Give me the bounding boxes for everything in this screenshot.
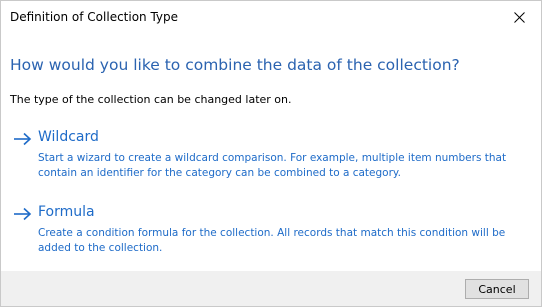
close-button[interactable] [497,1,541,33]
option-wildcard[interactable]: Wildcard Start a wizard to create a wild… [13,129,529,187]
dialog-subtext: The type of the collection can be change… [10,93,292,106]
arrow-right-icon [14,132,32,146]
option-wildcard-title: Wildcard [38,129,99,145]
window-title: Definition of Collection Type [10,10,179,24]
title-bar: Definition of Collection Type [1,1,541,33]
option-wildcard-description: Start a wizard to create a wildcard comp… [38,152,507,179]
option-formula-description: Create a condition formula for the colle… [38,227,506,254]
option-formula-title: Formula [38,204,95,220]
close-icon [513,11,525,23]
dialog-footer: Cancel [1,271,541,306]
dialog-heading: How would you like to combine the data o… [10,56,460,74]
arrow-right-icon [14,207,32,221]
option-formula[interactable]: Formula Create a condition formula for t… [13,204,529,262]
collection-type-dialog: Definition of Collection Type How would … [0,0,542,307]
cancel-button[interactable]: Cancel [465,279,529,299]
